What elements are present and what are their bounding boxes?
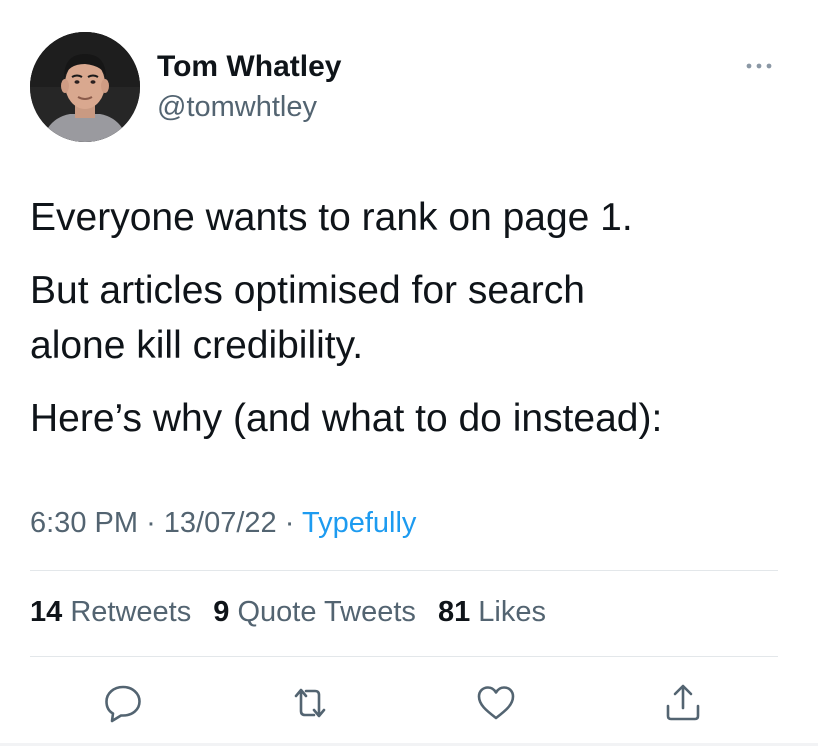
- more-horizontal-icon: [746, 63, 772, 69]
- share-button[interactable]: [660, 680, 706, 726]
- tweet-actions: [0, 680, 818, 726]
- tweet-paragraph: But articles optimised for search alone …: [30, 269, 585, 367]
- tweet-date[interactable]: 13/07/22: [164, 507, 277, 539]
- retweets-stat[interactable]: 14 Retweets: [30, 596, 191, 628]
- quote-tweets-label: Quote Tweets: [237, 596, 416, 628]
- author-handle[interactable]: @tomwhtley: [157, 89, 317, 125]
- tweet-text: Everyone wants to rank on page 1. But ar…: [30, 190, 790, 464]
- tweet-paragraph: Here’s why (and what to do instead):: [30, 397, 663, 440]
- quote-tweets-stat[interactable]: 9 Quote Tweets: [213, 596, 416, 628]
- divider: [30, 570, 778, 571]
- retweet-button[interactable]: [287, 680, 333, 726]
- share-icon: [666, 684, 700, 721]
- meta-separator: ·: [284, 507, 295, 539]
- retweets-count: 14: [30, 596, 63, 628]
- tweet-source-link[interactable]: Typefully: [302, 507, 416, 539]
- tweet-paragraph: Everyone wants to rank on page 1.: [30, 196, 633, 239]
- divider: [30, 656, 778, 657]
- retweets-label: Retweets: [70, 596, 192, 628]
- tweet-time[interactable]: 6:30 PM: [30, 507, 138, 539]
- tweet-stats: 14 Retweets 9 Quote Tweets 81 Likes: [30, 592, 560, 632]
- reply-button[interactable]: [100, 680, 146, 726]
- reply-icon: [105, 685, 141, 723]
- like-button[interactable]: [473, 680, 519, 726]
- heart-icon: [477, 686, 515, 720]
- author-display-name[interactable]: Tom Whatley: [157, 49, 341, 85]
- avatar[interactable]: [30, 32, 140, 142]
- likes-stat[interactable]: 81 Likes: [438, 596, 546, 628]
- meta-separator: ·: [146, 507, 156, 539]
- retweet-icon: [294, 688, 326, 718]
- tweet-meta: 6:30 PM · 13/07/22 · Typefully: [30, 503, 416, 543]
- avatar-image: [30, 32, 140, 142]
- more-options-button[interactable]: [742, 52, 776, 80]
- likes-label: Likes: [478, 596, 546, 628]
- likes-count: 81: [437, 596, 471, 628]
- quote-tweets-count: 9: [213, 596, 230, 628]
